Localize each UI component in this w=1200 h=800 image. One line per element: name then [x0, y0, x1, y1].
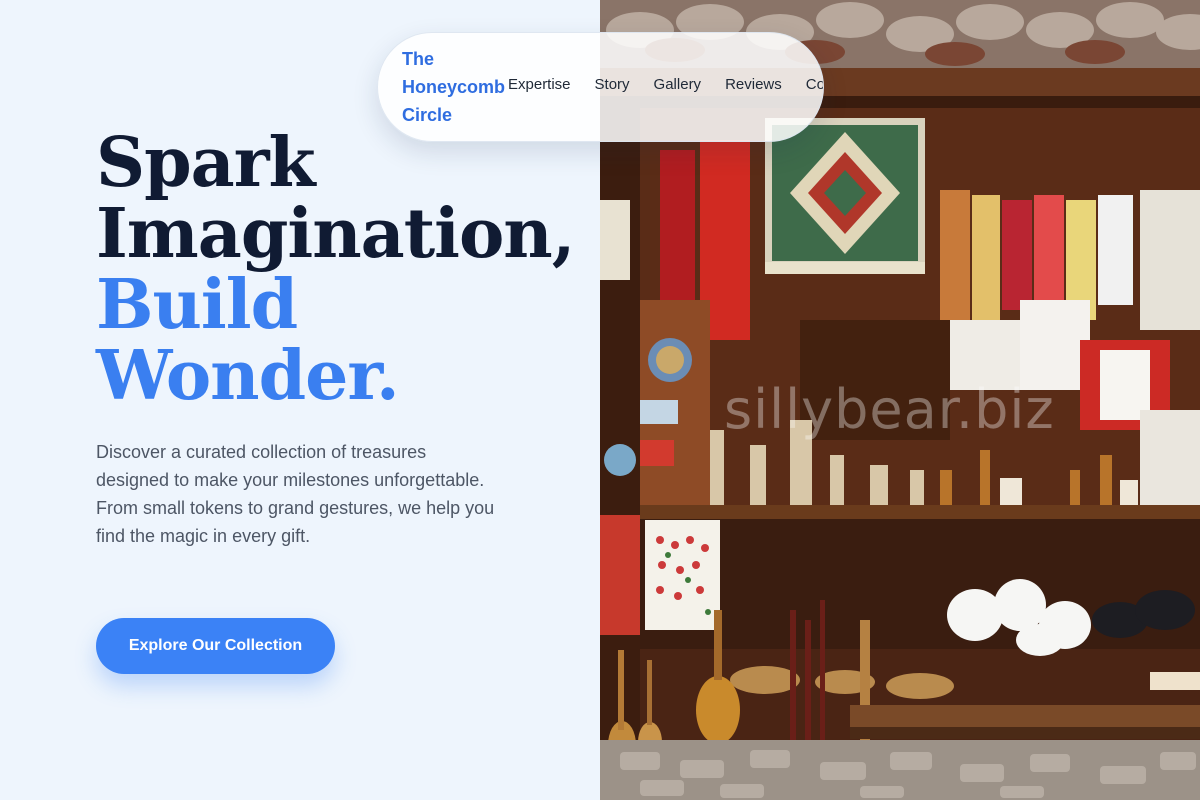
landing-page: Spark Imagination, Build Wonder. Discove…: [0, 0, 1200, 800]
nav-links: Expertise Story Gallery Reviews Contact: [508, 76, 823, 98]
nav-link-story[interactable]: Story: [595, 76, 630, 98]
hero-headline: Spark Imagination, Build Wonder.: [96, 128, 576, 412]
headline-accent-line-2: Wonder.: [96, 336, 400, 416]
navbar: The Honeycomb Circle Expertise Story Gal…: [377, 32, 824, 142]
explore-collection-button[interactable]: Explore Our Collection: [96, 618, 335, 674]
nav-link-gallery[interactable]: Gallery: [654, 76, 702, 98]
nav-link-expertise[interactable]: Expertise: [508, 76, 571, 98]
brand-logo[interactable]: The Honeycomb Circle: [402, 45, 512, 129]
nav-link-contact[interactable]: Contact: [806, 76, 823, 98]
headline-line-2: Imagination,: [96, 194, 575, 274]
nav-link-reviews[interactable]: Reviews: [725, 76, 782, 98]
hero-description: Discover a curated collection of treasur…: [96, 442, 495, 546]
photo-watermark: sillybear.biz: [724, 378, 1055, 441]
headline-accent-line-1: Build: [96, 265, 298, 345]
